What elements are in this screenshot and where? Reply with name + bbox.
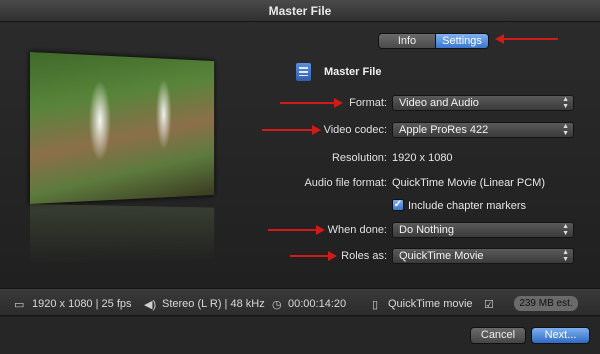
- file-icon: ▯: [372, 299, 379, 311]
- document-icon: [296, 63, 311, 81]
- when-done-value: Do Nothing: [399, 224, 455, 236]
- status-bar: ▭ 1920 x 1080 | 25 fps ◀) Stereo (L R) |…: [0, 288, 600, 316]
- size-estimate-badge: 239 MB est.: [514, 296, 578, 311]
- annotation-arrow: [262, 125, 321, 135]
- checklist-icon: ☑: [484, 299, 494, 311]
- format-value: Video and Audio: [399, 97, 479, 109]
- video-summary: 1920 x 1080 | 25 fps: [32, 298, 132, 310]
- annotation-arrow: [290, 251, 337, 261]
- when-done-popup[interactable]: Do Nothing ▲ ▼: [392, 222, 574, 238]
- dialog-footer: Cancel Next...: [0, 317, 600, 354]
- video-codec-value: Apple ProRes 422: [399, 124, 489, 136]
- duration: 00:00:14:20: [288, 298, 347, 310]
- speaker-icon: ◀): [144, 299, 157, 311]
- popup-chevron-icon: ▲ ▼: [562, 249, 569, 263]
- annotation-arrow: [495, 34, 558, 44]
- window-title: Master File: [0, 0, 600, 22]
- display-icon: ▭: [14, 299, 25, 311]
- audio-summary: Stereo (L R) | 48 kHz: [162, 298, 265, 310]
- resolution-value: 1920 x 1080: [392, 152, 453, 164]
- video-thumbnail: [30, 52, 215, 204]
- format-label: Format:: [349, 97, 387, 109]
- clock-icon: ◷: [272, 299, 282, 311]
- chapter-markers-checkbox[interactable]: ✓: [392, 199, 404, 211]
- video-codec-popup[interactable]: Apple ProRes 422 ▲ ▼: [392, 122, 574, 138]
- roles-as-value: QuickTime Movie: [399, 250, 484, 262]
- annotation-arrow: [268, 225, 325, 235]
- video-codec-label: Video codec:: [323, 124, 387, 136]
- roles-as-label: Roles as:: [341, 250, 387, 262]
- chapter-markers-label[interactable]: Include chapter markers: [408, 200, 526, 212]
- popup-chevron-icon: ▲ ▼: [562, 123, 569, 137]
- header-title: Master File: [324, 66, 382, 78]
- audio-format-label: Audio file format:: [304, 177, 387, 189]
- tab-settings[interactable]: Settings: [435, 34, 488, 48]
- cancel-button[interactable]: Cancel: [470, 327, 526, 344]
- thumbnail-reflection: [30, 204, 215, 264]
- roles-as-popup[interactable]: QuickTime Movie ▲ ▼: [392, 248, 574, 264]
- popup-chevron-icon: ▲ ▼: [562, 223, 569, 237]
- when-done-label: When done:: [327, 224, 387, 236]
- format-popup[interactable]: Video and Audio ▲ ▼: [392, 95, 574, 111]
- annotation-arrow: [280, 98, 343, 108]
- popup-chevron-icon: ▲ ▼: [562, 96, 569, 110]
- container-type: QuickTime movie: [388, 298, 473, 310]
- audio-format-value: QuickTime Movie (Linear PCM): [392, 177, 546, 189]
- tab-control: Info Settings: [378, 33, 489, 49]
- tab-info[interactable]: Info: [379, 34, 435, 48]
- next-button[interactable]: Next...: [531, 327, 590, 344]
- resolution-label: Resolution:: [331, 152, 387, 164]
